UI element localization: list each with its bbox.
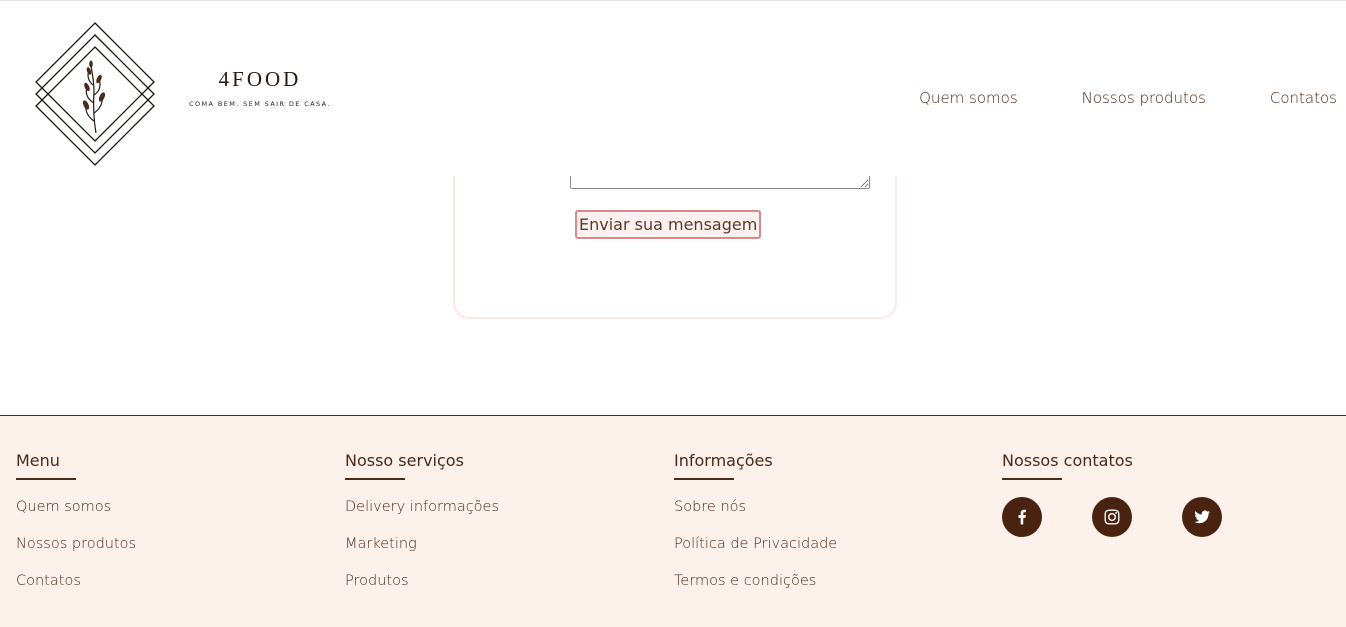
- heading-underline: [345, 478, 405, 480]
- nav-nossos-produtos[interactable]: Nossos produtos: [1082, 89, 1206, 107]
- footer-heading-servicos: Nosso serviços: [345, 451, 464, 470]
- footer-link-nossos-produtos[interactable]: Nossos produtos: [16, 536, 136, 573]
- footer-link-sobre-nos[interactable]: Sobre nós: [674, 499, 837, 536]
- footer-col-servicos: Nosso serviços Delivery informações Mark…: [345, 451, 499, 610]
- footer-col-menu: Menu Quem somos Nossos produtos Contatos: [16, 451, 136, 610]
- footer-link-marketing[interactable]: Marketing: [345, 536, 499, 573]
- instagram-icon: [1104, 509, 1120, 525]
- logo-icon[interactable]: [30, 21, 160, 167]
- site-header: 4FOOD COMA BEM. SEM SAIR DE CASA. Quem s…: [0, 0, 1346, 176]
- footer-heading-informacoes: Informações: [674, 451, 773, 470]
- nav-contatos[interactable]: Contatos: [1270, 89, 1337, 107]
- footer-link-quem-somos[interactable]: Quem somos: [16, 499, 136, 536]
- send-message-button[interactable]: Enviar sua mensagem: [575, 210, 762, 239]
- footer-heading-menu: Menu: [16, 451, 60, 470]
- footer-heading-contatos: Nossos contatos: [1002, 451, 1133, 470]
- footer-link-delivery[interactable]: Delivery informações: [345, 499, 499, 536]
- footer-link-termos[interactable]: Termos e condições: [674, 573, 837, 610]
- facebook-button[interactable]: [1002, 497, 1042, 537]
- footer-link-produtos[interactable]: Produtos: [345, 573, 499, 610]
- brand-tagline: COMA BEM. SEM SAIR DE CASA.: [189, 100, 331, 108]
- footer-link-contatos[interactable]: Contatos: [16, 573, 136, 610]
- footer-link-privacidade[interactable]: Política de Privacidade: [674, 536, 837, 573]
- heading-underline: [1002, 478, 1062, 480]
- heading-underline: [16, 478, 76, 480]
- brand-name: 4FOOD: [218, 67, 302, 91]
- main-nav: Quem somos Nossos produtos Contatos: [919, 89, 1337, 107]
- site-footer: Menu Quem somos Nossos produtos Contatos…: [0, 415, 1346, 627]
- footer-col-informacoes: Informações Sobre nós Política de Privac…: [674, 451, 837, 610]
- twitter-button[interactable]: [1182, 497, 1222, 537]
- social-links: [1002, 497, 1222, 537]
- nav-quem-somos[interactable]: Quem somos: [919, 89, 1018, 107]
- heading-underline: [674, 478, 734, 480]
- footer-col-contatos: Nossos contatos: [1002, 451, 1222, 537]
- brand-block: 4FOOD COMA BEM. SEM SAIR DE CASA.: [180, 67, 340, 108]
- twitter-icon: [1194, 510, 1210, 524]
- instagram-button[interactable]: [1092, 497, 1132, 537]
- facebook-icon: [1018, 509, 1026, 525]
